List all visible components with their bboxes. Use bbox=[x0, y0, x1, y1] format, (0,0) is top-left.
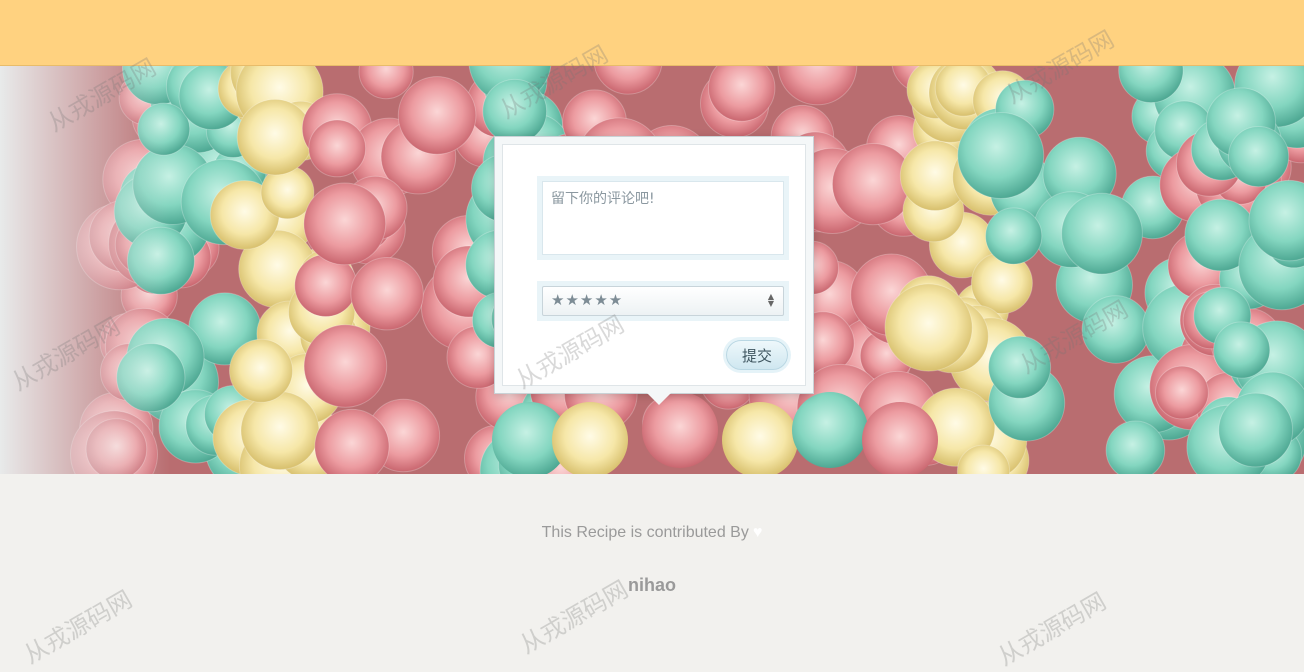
frosting-dollop bbox=[958, 113, 1044, 199]
top-bar bbox=[0, 0, 1304, 66]
rating-stars-value: ★★★★★ bbox=[551, 291, 623, 309]
comment-field-wrapper bbox=[537, 176, 789, 260]
popover-pointer bbox=[647, 393, 671, 405]
rating-select-wrapper: ★★★★★ ▲▼ bbox=[537, 281, 789, 321]
frosting-dollop bbox=[304, 183, 386, 265]
comment-popover: ★★★★★ ▲▼ 提交 bbox=[494, 136, 814, 394]
frosting-dollop bbox=[309, 120, 366, 177]
frosting-dollop bbox=[483, 79, 547, 143]
frosting-dollop bbox=[989, 336, 1051, 398]
frosting-dollop bbox=[1106, 421, 1165, 474]
frosting-dollop bbox=[1156, 366, 1209, 419]
comment-textarea[interactable] bbox=[542, 181, 784, 255]
comment-form: ★★★★★ ▲▼ 提交 bbox=[502, 144, 806, 386]
credit-text: This Recipe is contributed By bbox=[542, 524, 749, 541]
frosting-dollop bbox=[1229, 127, 1289, 187]
frosting-dollop bbox=[792, 392, 868, 468]
frosting-dollop bbox=[304, 325, 387, 408]
frosting-dollop bbox=[1082, 296, 1149, 363]
select-updown-icon: ▲▼ bbox=[768, 293, 774, 307]
frosting-dollop bbox=[351, 258, 423, 330]
frosting-dollop bbox=[1214, 322, 1270, 378]
heart-icon: ♥ bbox=[753, 524, 763, 541]
frosting-dollop bbox=[1062, 193, 1143, 274]
rating-select[interactable]: ★★★★★ ▲▼ bbox=[542, 286, 784, 316]
frosting-dollop bbox=[230, 339, 293, 402]
frosting-dollop bbox=[398, 77, 476, 155]
frosting-dollop bbox=[986, 208, 1042, 264]
frosting-dollop bbox=[241, 392, 319, 470]
frosting-dollop bbox=[885, 284, 972, 371]
frosting-dollop bbox=[1219, 393, 1293, 467]
frosting-dollop bbox=[237, 99, 313, 175]
credit-line: This Recipe is contributed By♥ bbox=[0, 524, 1304, 542]
submit-button[interactable]: 提交 bbox=[726, 340, 788, 370]
author-name: nihao bbox=[0, 575, 1304, 596]
